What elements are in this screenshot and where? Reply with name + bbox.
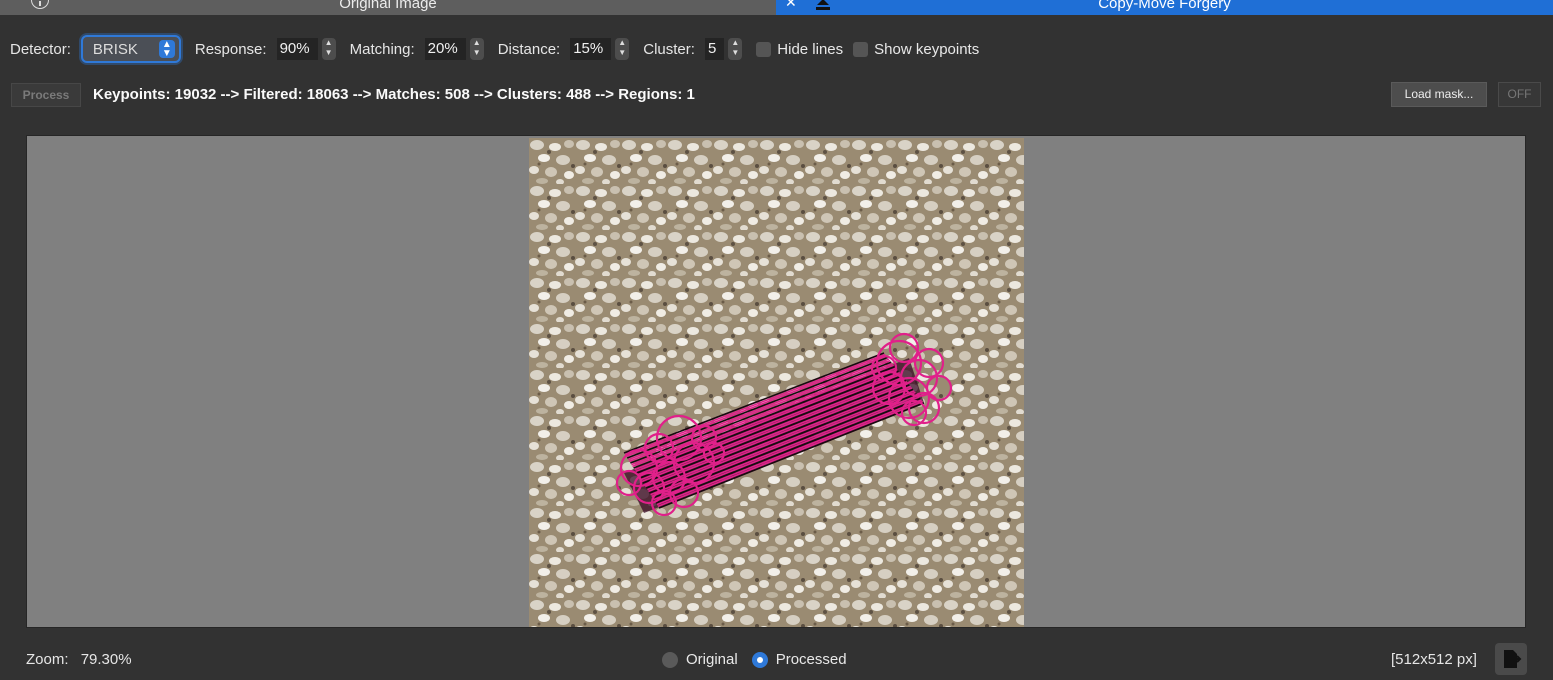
gravel-image-with-matches [529, 138, 1024, 627]
distance-spinbox[interactable]: 15% ▲ ▼ [570, 38, 630, 60]
show-keypoints-box[interactable] [853, 41, 869, 57]
distance-value[interactable]: 15% [570, 38, 612, 60]
hide-lines-checkbox[interactable]: Hide lines [756, 41, 843, 58]
off-toggle-button[interactable]: OFF [1498, 82, 1541, 107]
show-keypoints-checkbox[interactable]: Show keypoints [853, 41, 979, 58]
parameters-toolbar: Detector: BRISK ▲ ▼ Response: 90% ▲ ▼ Matc… [10, 34, 989, 64]
distance-label: Distance: [497, 40, 561, 58]
processed-image [529, 138, 1024, 627]
zoom-indicator: Zoom: 79.30% [26, 651, 132, 668]
response-label: Response: [194, 40, 267, 58]
response-spinbox[interactable]: 90% ▲ ▼ [276, 38, 336, 60]
process-button[interactable]: Process [11, 83, 81, 107]
view-radio-group: Original Processed [662, 651, 861, 668]
detector-select-value: BRISK [92, 40, 138, 58]
response-value[interactable]: 90% [276, 38, 318, 60]
chevron-updown-icon: ▲ ▼ [158, 40, 175, 59]
cluster-label: Cluster: [643, 40, 695, 58]
image-size: [512x512 px] [1391, 651, 1477, 668]
zoom-label: Zoom: [26, 651, 69, 668]
matching-spinbox[interactable]: 20% ▲ ▼ [424, 38, 484, 60]
show-keypoints-label: Show keypoints [874, 40, 980, 58]
load-mask-button[interactable]: Load mask... [1391, 82, 1487, 107]
radio-processed[interactable]: Processed [751, 651, 847, 668]
radio-processed-dot[interactable] [751, 651, 768, 668]
distance-stepper-icon[interactable]: ▲ ▼ [615, 38, 630, 60]
tab-original-image-label: Original Image [339, 0, 437, 12]
export-icon [1504, 650, 1522, 668]
matching-stepper-icon[interactable]: ▲ ▼ [469, 38, 484, 60]
radio-original[interactable]: Original [662, 651, 738, 668]
matching-value[interactable]: 20% [424, 38, 466, 60]
tab-copy-move-forgery-label: Copy-Move Forgery [1098, 0, 1231, 12]
tab-original-image[interactable]: Original Image [0, 0, 776, 15]
response-stepper-icon[interactable]: ▲ ▼ [321, 38, 336, 60]
hide-lines-label: Hide lines [777, 40, 844, 58]
export-button[interactable] [1495, 643, 1527, 675]
radio-original-label: Original [686, 651, 738, 668]
zoom-value: 79.30% [80, 651, 132, 668]
hide-lines-box[interactable] [756, 41, 772, 57]
cluster-stepper-icon[interactable]: ▲ ▼ [728, 38, 743, 60]
matching-label: Matching: [349, 40, 415, 58]
radio-processed-label: Processed [775, 651, 847, 668]
image-viewer[interactable] [26, 135, 1526, 628]
cluster-value[interactable]: 5 [704, 38, 725, 60]
radio-original-dot[interactable] [662, 651, 678, 668]
tab-bar: Original Image ✕ Copy-Move Forgery [0, 0, 1553, 15]
detector-select[interactable]: BRISK ▲ ▼ [80, 35, 181, 63]
tab-copy-move-forgery[interactable]: ✕ Copy-Move Forgery [776, 0, 1553, 15]
status-summary: Keypoints: 19032 --> Filtered: 18063 -->… [93, 86, 695, 103]
detector-label: Detector: [10, 40, 71, 58]
cluster-spinbox[interactable]: 5 ▲ ▼ [704, 38, 743, 60]
